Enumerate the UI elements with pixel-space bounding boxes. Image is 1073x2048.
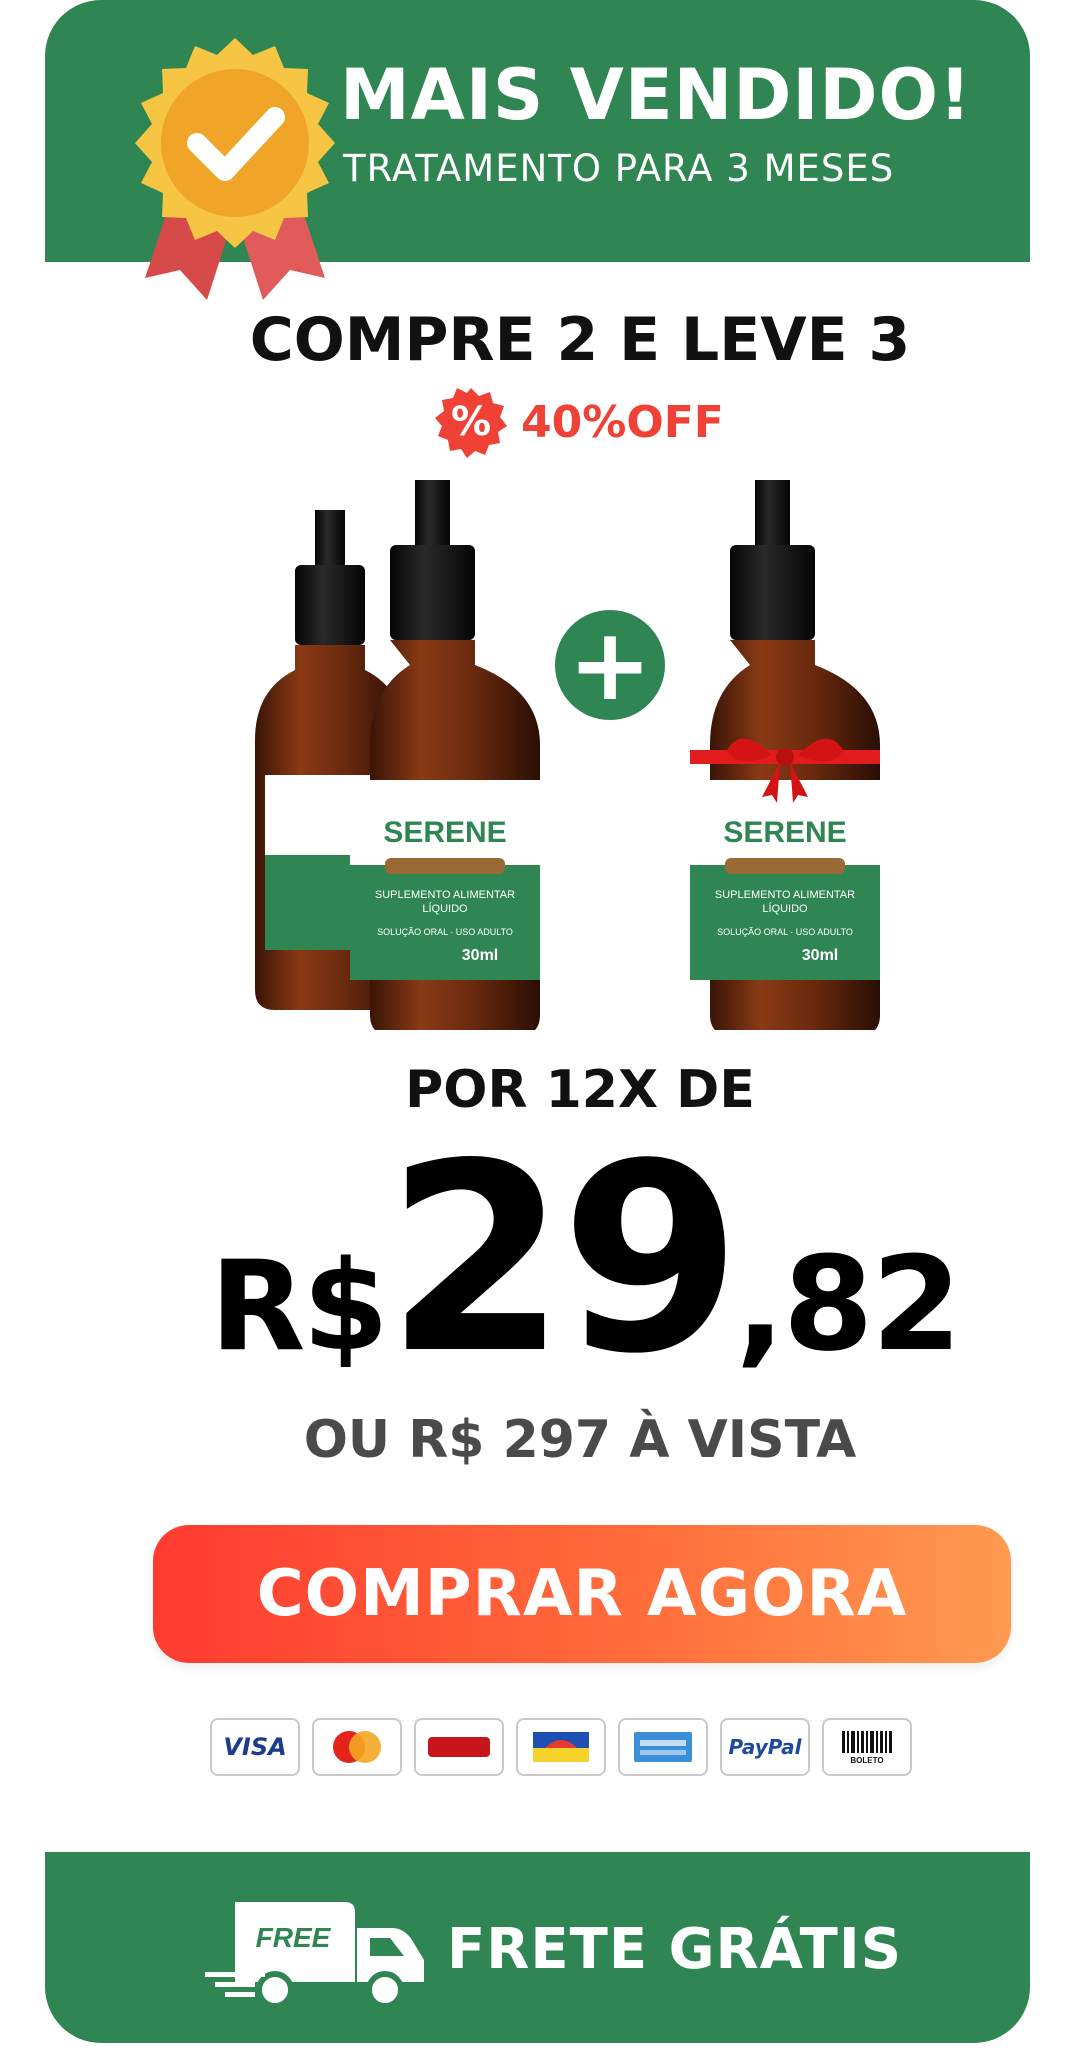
award-badge-icon (135, 38, 335, 300)
visa-icon: VISA (210, 1718, 300, 1776)
label-brand: SERENE (383, 816, 506, 849)
deal-headline: COMPRE 2 E LEVE 3 (249, 305, 911, 375)
header-title: MAIS VENDIDO! (340, 54, 972, 136)
header-subtitle: TRATAMENTO PARA 3 MESES (343, 147, 895, 190)
aura-icon (516, 1718, 606, 1776)
svg-text:SUPLEMENTO ALIMENTAR: SUPLEMENTO ALIMENTAR (715, 889, 855, 901)
discount-tag: % 40%OFF (435, 382, 724, 462)
paypal-icon: PayPal (720, 1718, 810, 1776)
price-currency: R$ (210, 1235, 389, 1379)
plus-icon: + (555, 610, 665, 720)
amex-icon (618, 1718, 708, 1776)
svg-text:SOLUÇÃO ORAL · USO ADULTO: SOLUÇÃO ORAL · USO ADULTO (377, 927, 513, 937)
truck-free-label: FREE (256, 1922, 332, 1953)
product-bottles-image: SERENE SUPLEMENTO ALIMENTAR LÍQUIDO SOLU… (255, 480, 880, 1030)
discount-label: 40%OFF (521, 396, 724, 448)
cash-price: OU R$ 297 À VISTA (303, 1410, 857, 1470)
offer-card: MAIS VENDIDO! TRATAMENTO PARA 3 MESES CO… (45, 0, 1030, 2043)
price-cents: ,82 (735, 1228, 962, 1380)
svg-text:30ml: 30ml (462, 947, 498, 964)
svg-text:30ml: 30ml (802, 947, 838, 964)
discount-symbol: % (450, 399, 492, 445)
installment-price: R$29,82 (210, 1130, 962, 1390)
hipercard-icon (414, 1718, 504, 1776)
svg-text:BOLETO: BOLETO (850, 1756, 883, 1765)
svg-text:SUPLEMENTO ALIMENTAR: SUPLEMENTO ALIMENTAR (375, 889, 515, 901)
mastercard-icon (312, 1718, 402, 1776)
svg-text:LÍQUIDO: LÍQUIDO (762, 902, 808, 915)
svg-text:SOLUÇÃO ORAL · USO ADULTO: SOLUÇÃO ORAL · USO ADULTO (717, 927, 853, 937)
boleto-icon: BOLETO (822, 1718, 912, 1776)
free-shipping-label: FRETE GRÁTIS (447, 1917, 903, 1982)
delivery-truck-icon: FREE (205, 1902, 424, 2008)
buy-now-button[interactable]: COMPRAR AGORA (153, 1525, 1011, 1663)
svg-text:SERENE: SERENE (723, 816, 846, 849)
payment-methods: VISA PayPal BOLETO (210, 1718, 912, 1776)
price-main: 29 (385, 1109, 742, 1411)
svg-text:LÍQUIDO: LÍQUIDO (422, 902, 468, 915)
